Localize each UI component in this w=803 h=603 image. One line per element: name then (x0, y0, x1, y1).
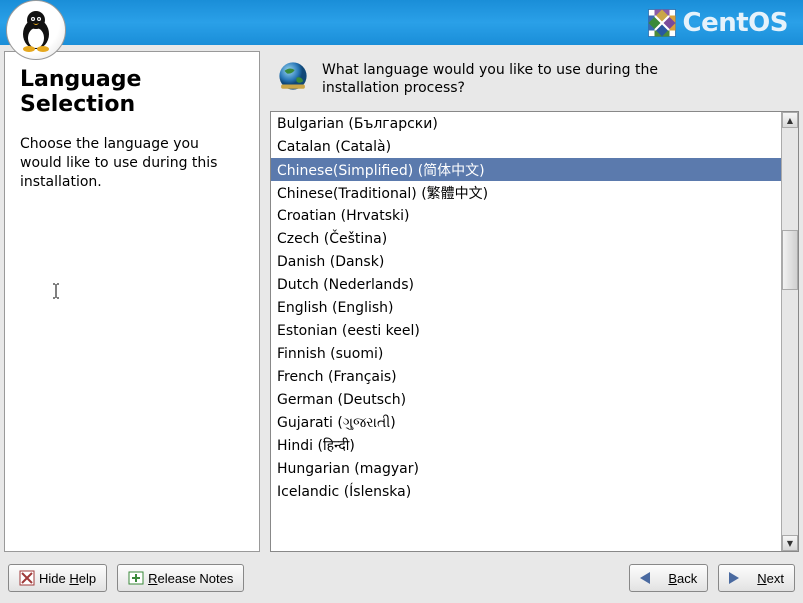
footer-bar: Hide Help Release Notes Back Next (0, 558, 803, 598)
content-row: Language Selection Choose the language y… (0, 45, 803, 558)
language-option[interactable]: Czech (Čeština) (271, 227, 781, 250)
hide-help-icon (19, 570, 35, 586)
language-option[interactable]: Chinese(Traditional) (繁體中文) (271, 181, 781, 204)
installer-header: CentOS (0, 0, 803, 45)
scroll-track[interactable] (782, 128, 798, 535)
globe-icon (276, 59, 310, 93)
language-option[interactable]: Hungarian (magyar) (271, 457, 781, 480)
next-arrow-icon (729, 572, 739, 584)
release-notes-button[interactable]: Release Notes (117, 564, 244, 592)
prompt-text: What language would you like to use duri… (322, 59, 672, 97)
language-option[interactable]: Finnish (suomi) (271, 342, 781, 365)
brand-name: CentOS (683, 8, 788, 38)
language-option[interactable]: Bulgarian (Български) (271, 112, 781, 135)
main-pane: What language would you like to use duri… (270, 51, 799, 552)
language-option[interactable]: German (Deutsch) (271, 388, 781, 411)
back-arrow-icon (640, 572, 650, 584)
language-option[interactable]: Gujarati (ગુજરાતી) (271, 411, 781, 434)
penguin-badge (6, 0, 66, 60)
language-list-frame: Bulgarian (Български)Catalan (Català)Chi… (270, 111, 799, 552)
prompt-row: What language would you like to use duri… (270, 51, 799, 111)
centos-logo-icon (647, 8, 677, 38)
scroll-up-button[interactable]: ▲ (782, 112, 798, 128)
help-body: Choose the language you would like to us… (20, 135, 244, 192)
language-option[interactable]: Danish (Dansk) (271, 250, 781, 273)
scroll-down-button[interactable]: ▼ (782, 535, 798, 551)
language-option[interactable]: Dutch (Nederlands) (271, 273, 781, 296)
language-option[interactable]: Hindi (हिन्दी) (271, 434, 781, 457)
language-option[interactable]: English (English) (271, 296, 781, 319)
hide-help-button[interactable]: Hide Help (8, 564, 107, 592)
language-option[interactable]: Icelandic (Íslenska) (271, 480, 781, 503)
language-list[interactable]: Bulgarian (Български)Catalan (Català)Chi… (271, 112, 781, 551)
next-button[interactable]: Next (718, 564, 795, 592)
back-button[interactable]: Back (629, 564, 708, 592)
language-option[interactable]: Catalan (Català) (271, 135, 781, 158)
language-option[interactable]: French (Français) (271, 365, 781, 388)
language-option[interactable]: Croatian (Hrvatski) (271, 204, 781, 227)
scrollbar[interactable]: ▲ ▼ (781, 112, 798, 551)
scroll-thumb[interactable] (782, 230, 798, 290)
penguin-icon (16, 8, 56, 52)
help-pane: Language Selection Choose the language y… (4, 51, 260, 552)
page-title: Language Selection (20, 67, 244, 117)
language-option[interactable]: Estonian (eesti keel) (271, 319, 781, 342)
language-option[interactable]: Chinese(Simplified) (简体中文) (271, 158, 781, 181)
brand: CentOS (647, 8, 788, 38)
release-notes-icon (128, 570, 144, 586)
